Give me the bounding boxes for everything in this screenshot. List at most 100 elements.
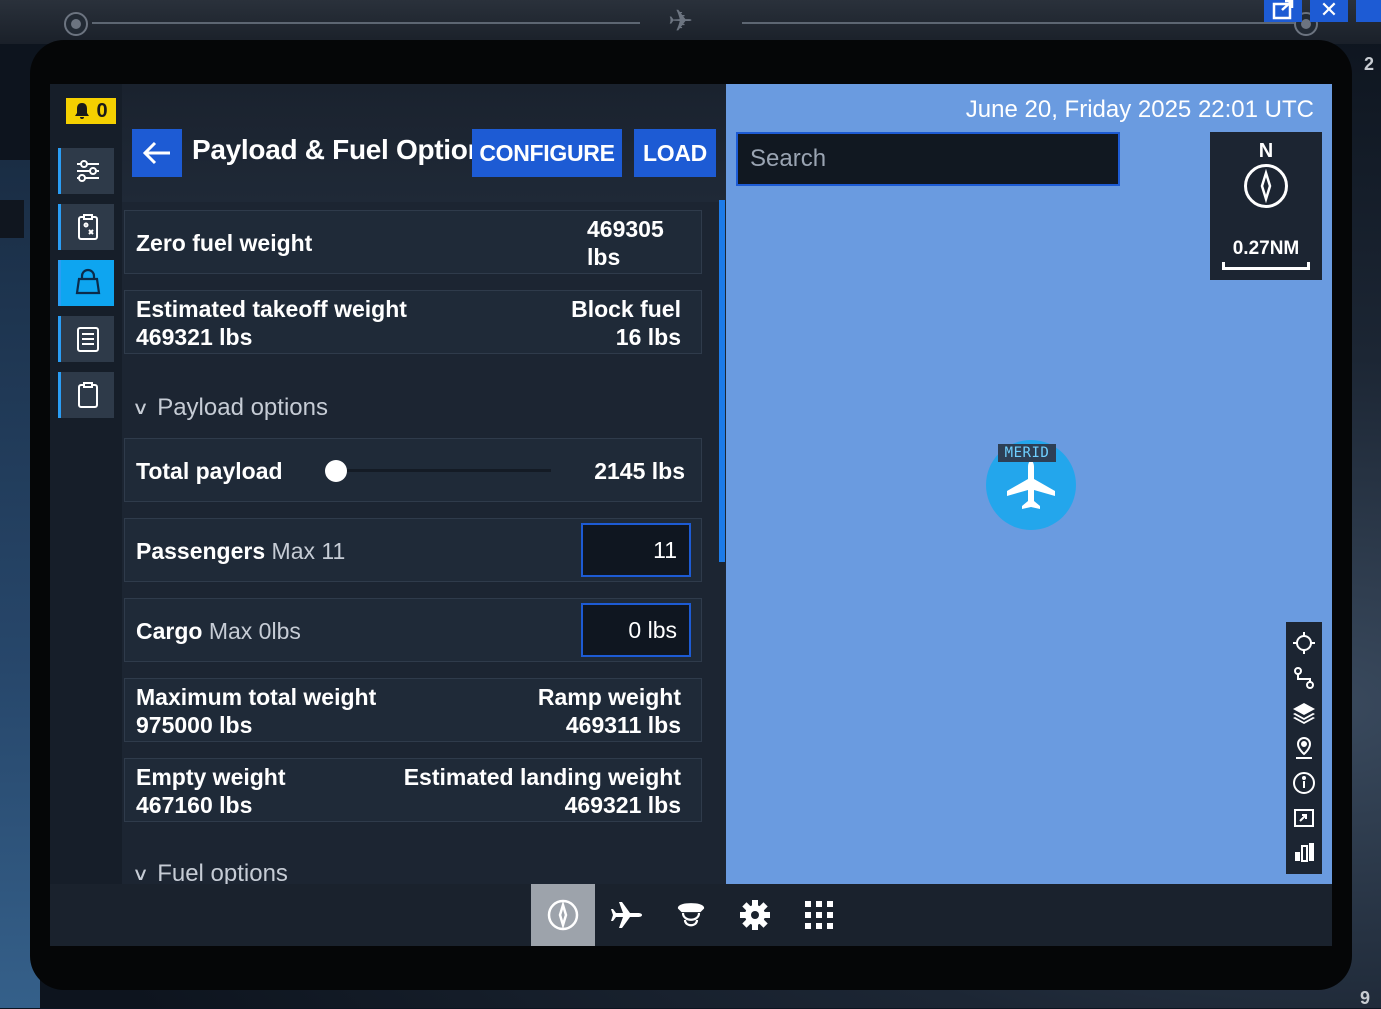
max-total-label: Maximum total weight bbox=[136, 684, 377, 710]
fuel-options-toggle[interactable]: ∨ Fuel options bbox=[132, 860, 288, 884]
close-icon[interactable]: ✕ bbox=[1310, 0, 1348, 22]
rail-checklist-button[interactable] bbox=[58, 204, 114, 250]
empty-value: 467160 lbs bbox=[136, 792, 253, 818]
nav-settings-button[interactable] bbox=[723, 884, 787, 946]
pilot-nav-icon bbox=[677, 903, 705, 927]
payload-fuel-panel: Payload & Fuel Options CONFIGURE LOAD Ze… bbox=[122, 84, 726, 884]
rail-document-button[interactable] bbox=[58, 316, 114, 362]
efb-screen: 0 Payload & Fuel Options CONFIGURE LOAD … bbox=[50, 84, 1332, 946]
ramp-value: 469311 lbs bbox=[565, 712, 681, 738]
configure-button[interactable]: CONFIGURE bbox=[472, 129, 622, 177]
panel-scrollbar[interactable] bbox=[719, 200, 725, 562]
clipboard-icon bbox=[77, 382, 98, 408]
cargo-row: Cargo Max 0lbs 0 lbs bbox=[124, 598, 702, 662]
cargo-max: Max 0lbs bbox=[208, 618, 301, 644]
moving-map[interactable]: June 20, Friday 2025 22:01 UTC Search N … bbox=[726, 84, 1332, 884]
nav-pilot-button[interactable] bbox=[659, 884, 723, 946]
chart-icon[interactable] bbox=[1292, 840, 1316, 864]
nav-apps-button[interactable] bbox=[787, 884, 851, 946]
payload-weight-icon bbox=[75, 268, 100, 295]
back-button[interactable] bbox=[132, 129, 182, 177]
route-icon[interactable] bbox=[1292, 666, 1316, 690]
map-scale-bar bbox=[1222, 262, 1310, 270]
block-fuel: Block fuel 16 lbs bbox=[571, 295, 681, 351]
compass-icon bbox=[1244, 164, 1288, 208]
zero-fuel-weight-number: 469305 bbox=[587, 216, 664, 242]
gear-nav-icon bbox=[740, 900, 770, 930]
compass-nav-icon bbox=[547, 899, 579, 931]
edge-label-top: 2 bbox=[1364, 54, 1375, 74]
tablet-handle-bar[interactable]: ✈ ✕ bbox=[0, 0, 1381, 44]
payload-options-toggle[interactable]: ∨ Payload options bbox=[132, 394, 328, 422]
est-takeoff-label: Estimated takeoff weight bbox=[136, 296, 407, 322]
compass-north-label: N bbox=[1258, 140, 1274, 162]
app-rail: 0 bbox=[50, 84, 122, 884]
map-scale-label: 0.27NM bbox=[1232, 238, 1300, 259]
map-datetime: June 20, Friday 2025 22:01 UTC bbox=[965, 96, 1314, 123]
zero-fuel-weight-value: 469305 lbs bbox=[587, 215, 664, 271]
document-list-icon bbox=[76, 327, 99, 352]
notifications-count: 0 bbox=[96, 99, 108, 122]
external-link-icon[interactable] bbox=[1264, 0, 1302, 22]
passengers-input[interactable]: 11 bbox=[581, 523, 691, 577]
left-knob-icon[interactable] bbox=[64, 12, 88, 36]
cargo-caption: Cargo Max 0lbs bbox=[136, 617, 301, 645]
chevron-down-icon: ∨ bbox=[132, 863, 150, 884]
payload-options-label: Payload options bbox=[157, 394, 328, 421]
total-payload-value: 2145 lbs bbox=[594, 458, 685, 484]
crosshair-icon[interactable] bbox=[1292, 631, 1316, 655]
rail-clipboard-button[interactable] bbox=[58, 372, 114, 418]
panel-header: Payload & Fuel Options CONFIGURE LOAD bbox=[122, 84, 726, 202]
est-takeoff-value: 469321 lbs bbox=[136, 324, 253, 350]
backdrop-strip bbox=[0, 200, 24, 238]
map-search-input[interactable]: Search bbox=[736, 132, 1120, 186]
apps-grid-icon bbox=[805, 901, 833, 929]
map-toolbar bbox=[1286, 622, 1322, 874]
rail-settings-button[interactable] bbox=[58, 148, 114, 194]
airplane-marker-icon bbox=[1007, 461, 1055, 509]
airplane-nav-icon bbox=[611, 902, 642, 928]
payload-slider-thumb[interactable] bbox=[325, 460, 347, 482]
zero-fuel-weight-label: Zero fuel weight bbox=[136, 230, 313, 256]
handle-line-right bbox=[742, 22, 1294, 24]
airplane-handle-icon: ✈ bbox=[668, 5, 694, 38]
empty-label: Empty weight bbox=[136, 764, 286, 790]
maxtotal-ramp-row: Maximum total weight 975000 lbs Ramp wei… bbox=[124, 678, 702, 742]
takeoff-blockfuel-row: Estimated takeoff weight 469321 lbs Bloc… bbox=[124, 290, 702, 354]
max-total-weight: Maximum total weight 975000 lbs bbox=[136, 683, 376, 739]
empty-landing-row: Empty weight 467160 lbs Estimated landin… bbox=[124, 758, 702, 822]
ramp-weight: Ramp weight 469311 lbs bbox=[538, 683, 681, 739]
info-icon[interactable] bbox=[1292, 771, 1316, 795]
total-payload-label: Total payload bbox=[136, 458, 283, 484]
notifications-badge[interactable]: 0 bbox=[66, 98, 116, 124]
cargo-input[interactable]: 0 lbs bbox=[581, 603, 691, 657]
passengers-max: Max 11 bbox=[271, 538, 346, 564]
load-button[interactable]: LOAD bbox=[634, 129, 716, 177]
passengers-row: Passengers Max 11 11 bbox=[124, 518, 702, 582]
map-pin-icon[interactable] bbox=[1292, 736, 1316, 760]
edge-label-bottom: 9 bbox=[1360, 988, 1371, 1008]
fuel-options-label: Fuel options bbox=[157, 860, 288, 884]
settings-sliders-icon bbox=[76, 160, 99, 182]
nav-airplane-button[interactable] bbox=[595, 884, 659, 946]
max-total-value: 975000 lbs bbox=[136, 712, 253, 738]
est-takeoff-weight: Estimated takeoff weight 469321 lbs bbox=[136, 295, 407, 351]
layers-icon[interactable] bbox=[1292, 701, 1316, 725]
nav-compass-button[interactable] bbox=[531, 884, 595, 946]
est-landing-value: 469321 lbs bbox=[564, 792, 681, 818]
expand-icon[interactable] bbox=[1292, 806, 1316, 830]
rail-payload-button[interactable] bbox=[58, 260, 114, 306]
bottom-navigation bbox=[50, 884, 1332, 946]
compass-widget[interactable]: N 0.27NM bbox=[1210, 132, 1322, 280]
empty-weight: Empty weight 467160 lbs bbox=[136, 763, 286, 819]
payload-slider-track[interactable] bbox=[335, 469, 551, 472]
bell-icon bbox=[75, 103, 90, 119]
aircraft-callsign-tag: MERID bbox=[998, 444, 1056, 462]
clipboard-checklist-icon bbox=[77, 214, 98, 240]
panel-scroll-area[interactable]: Zero fuel weight 469305 lbs Estimated ta… bbox=[122, 202, 726, 884]
block-fuel-label: Block fuel bbox=[571, 296, 681, 322]
side-tab[interactable] bbox=[1356, 0, 1381, 22]
est-landing-weight: Estimated landing weight 469321 lbs bbox=[404, 763, 681, 819]
zero-fuel-weight-row: Zero fuel weight 469305 lbs bbox=[124, 210, 702, 274]
passengers-caption: Passengers Max 11 bbox=[136, 537, 345, 565]
